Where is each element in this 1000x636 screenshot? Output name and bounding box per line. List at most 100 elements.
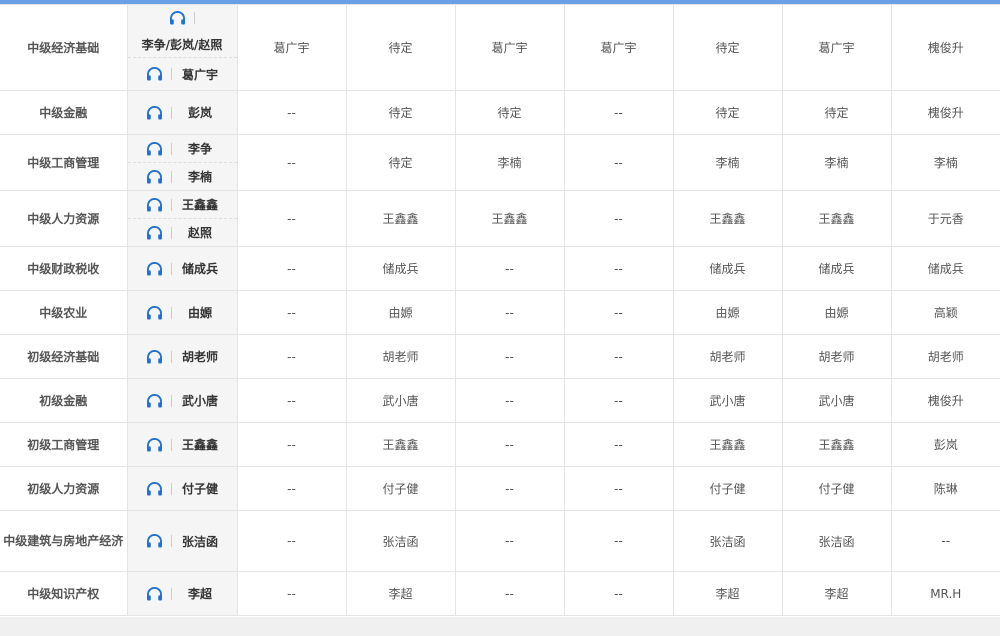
headphone-icon[interactable] [146, 393, 172, 408]
headphone-icon[interactable] [146, 534, 172, 548]
schedule-cell-text: 武小唐 [382, 394, 419, 408]
schedule-cell-text: -- [614, 534, 623, 548]
headphone-icon[interactable] [146, 67, 172, 81]
headphone-icon[interactable] [146, 141, 172, 156]
schedule-cell-text: 胡老师 [382, 350, 419, 364]
schedule-cell: 高颖 [890, 290, 1000, 335]
schedule-cell: -- [454, 466, 565, 511]
schedule-cell: 王鑫鑫 [781, 422, 892, 467]
schedule-cell-text: MR.H [930, 586, 962, 601]
schedule-cell: 槐俊升 [890, 378, 1000, 423]
schedule-cell: 储成兵 [890, 246, 1000, 291]
schedule-cell-text: 待定 [497, 106, 522, 120]
schedule-cell: 待定 [454, 90, 565, 135]
schedule-cell: -- [454, 378, 565, 423]
schedule-cell-text: 葛广宇 [818, 41, 855, 55]
schedule-cell: -- [454, 422, 565, 467]
table-row: 中级工商管理 李争 李楠 -- 待定 李楠 -- 李楠 李楠 李楠 [0, 134, 1000, 191]
schedule-cell: -- [563, 334, 674, 379]
headphone-icon[interactable] [146, 169, 172, 184]
schedule-cell-text: 李楠 [715, 156, 740, 170]
schedule-cell-text: 付子健 [818, 482, 855, 496]
teacher-line: 赵照 [127, 218, 237, 246]
teacher-cell: 王鑫鑫 [126, 422, 238, 467]
schedule-cell-text: -- [287, 481, 296, 496]
schedule-cell: -- [563, 190, 674, 247]
schedule-cell: -- [236, 190, 347, 247]
schedule-cell: -- [236, 134, 347, 191]
subject-cell: 初级人力资源 [0, 466, 128, 511]
teacher-line: 王鑫鑫 [128, 191, 237, 218]
table-row: 中级知识产权 李超 -- 李超 -- -- 李超 李超 MR.H [0, 571, 1000, 616]
headphone-icon[interactable] [146, 349, 172, 364]
schedule-cell: 储成兵 [781, 246, 892, 291]
schedule-cell-text: -- [614, 105, 623, 120]
subject-cell: 中级农业 [0, 290, 128, 335]
schedule-cell-text: 武小唐 [818, 394, 855, 408]
schedule-cell-text: 由嫄 [388, 306, 413, 320]
schedule-cell-text: 葛广宇 [600, 41, 637, 55]
schedule-cell: -- [563, 510, 674, 572]
schedule-cell: -- [236, 246, 347, 291]
teacher-line: 彭岚 [128, 91, 237, 134]
teacher-cell: 付子健 [126, 466, 238, 511]
schedule-cell: 王鑫鑫 [672, 422, 783, 467]
schedule-cell-text: 王鑫鑫 [818, 438, 855, 452]
schedule-cell: 胡老师 [890, 334, 1000, 379]
schedule-cell: 由嫄 [672, 290, 783, 335]
schedule-cell: 胡老师 [345, 334, 456, 379]
schedule-cell-text: 王鑫鑫 [709, 212, 746, 226]
schedule-cell: 待定 [345, 90, 456, 135]
schedule-cell: -- [454, 246, 565, 291]
schedule-cell: 胡老师 [672, 334, 783, 379]
headphone-icon[interactable] [169, 11, 195, 25]
schedule-cell: -- [454, 334, 565, 379]
schedule-cell-text: 胡老师 [927, 350, 964, 364]
subject-cell: 中级建筑与房地产经济 [0, 510, 128, 572]
subject-cell: 初级金融 [0, 378, 128, 423]
schedule-cell: 胡老师 [781, 334, 892, 379]
schedule-cell: -- [236, 90, 347, 135]
schedule-cell-text: 李楠 [824, 156, 849, 170]
schedule-cell: 王鑫鑫 [454, 190, 565, 247]
headphone-icon[interactable] [146, 225, 172, 240]
headphone-icon[interactable] [146, 105, 172, 120]
headphone-icon[interactable] [146, 437, 172, 452]
teacher-name: 由嫄 [187, 306, 212, 320]
schedule-cell: 王鑫鑫 [672, 190, 783, 247]
schedule-cell: 李楠 [890, 134, 1000, 191]
schedule-cell-text: -- [505, 349, 514, 364]
schedule-cell: 付子健 [781, 466, 892, 511]
schedule-cell: 李楠 [672, 134, 783, 191]
teacher-cell: 彭岚 [126, 90, 238, 135]
headphone-icon[interactable] [146, 305, 172, 320]
schedule-cell-text: 李楠 [933, 156, 958, 170]
schedule-cell-text: -- [614, 481, 623, 496]
schedule-cell-text: -- [614, 349, 623, 364]
schedule-cell: -- [454, 290, 565, 335]
schedule-cell: -- [236, 571, 347, 616]
schedule-cell-text: -- [287, 105, 296, 120]
schedule-cell: -- [563, 378, 674, 423]
teacher-cell: 张洁函 [126, 510, 238, 572]
teacher-line: 付子健 [128, 467, 237, 510]
schedule-cell-text: -- [614, 393, 623, 408]
schedule-cell: 葛广宇 [454, 4, 565, 91]
schedule-cell-text: -- [614, 586, 623, 601]
teacher-name: 王鑫鑫 [181, 438, 218, 452]
schedule-cell-text: 待定 [388, 156, 413, 170]
schedule-cell: 王鑫鑫 [345, 422, 456, 467]
teacher-line: 储成兵 [128, 247, 237, 290]
teacher-cell: 李争 李楠 [126, 134, 238, 191]
teacher-name: 胡老师 [181, 350, 218, 364]
headphone-icon[interactable] [146, 261, 172, 276]
headphone-icon[interactable] [146, 197, 172, 212]
schedule-cell-text: 王鑫鑫 [818, 212, 855, 226]
schedule-cell-text: -- [505, 534, 514, 548]
headphone-icon[interactable] [146, 481, 172, 496]
schedule-cell: 付子健 [345, 466, 456, 511]
subject-cell: 中级金融 [0, 90, 128, 135]
headphone-icon[interactable] [146, 586, 172, 601]
schedule-cell: 由嫄 [781, 290, 892, 335]
schedule-cell-text: 武小唐 [709, 394, 746, 408]
